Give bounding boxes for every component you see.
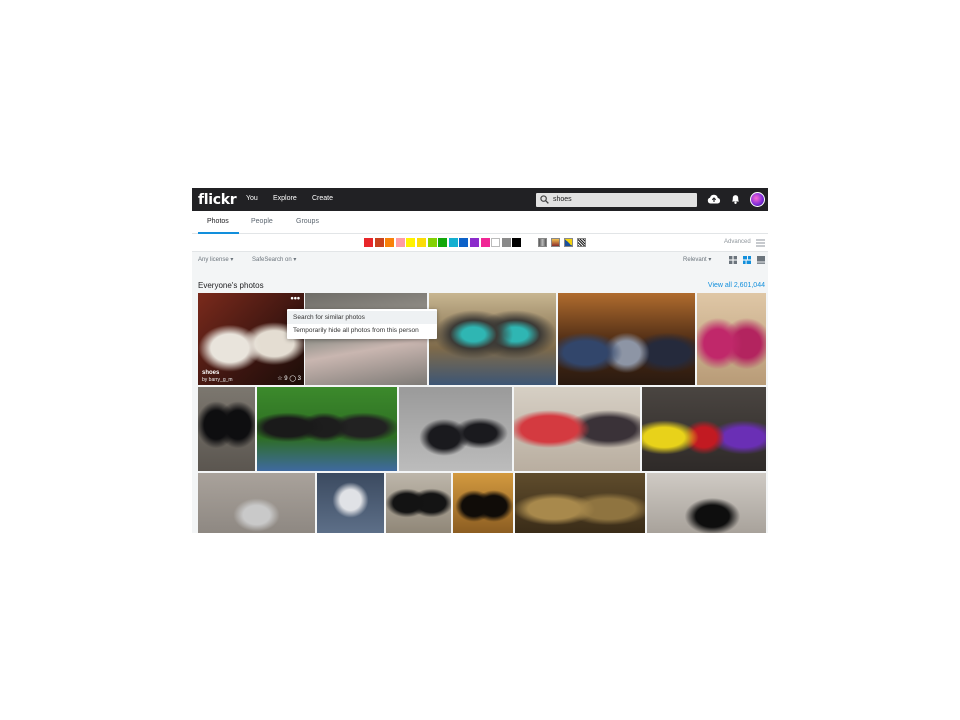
menu-search-similar[interactable]: Search for similar photos <box>287 311 437 324</box>
photo-pink-heels[interactable] <box>305 293 427 385</box>
nav-create[interactable]: Create <box>312 195 333 202</box>
menu-hide-person-photos[interactable]: Temporarily hide all photos from this pe… <box>287 324 437 337</box>
swatch-bw[interactable] <box>538 238 547 247</box>
color-swatch[interactable] <box>512 238 522 247</box>
sort-filter-label: Relevant <box>683 257 707 263</box>
tab-groups[interactable]: Groups <box>296 218 319 225</box>
nav-explore[interactable]: Explore <box>273 195 297 202</box>
nav-you[interactable]: You <box>246 195 258 202</box>
license-filter[interactable]: Any license ▾ <box>198 256 233 263</box>
color-swatch[interactable] <box>417 238 426 247</box>
search-input[interactable]: shoes <box>536 193 697 207</box>
more-options-icon[interactable]: ••• <box>291 293 300 303</box>
grid-view-icon[interactable] <box>729 256 737 264</box>
upload-cloud-icon[interactable] <box>707 193 721 205</box>
swatch-minimal[interactable] <box>564 238 573 247</box>
filter-menu-icon[interactable] <box>756 239 765 247</box>
flickr-logo[interactable]: flickr <box>198 192 237 208</box>
color-swatch[interactable] <box>470 238 479 247</box>
color-swatch[interactable] <box>501 238 511 247</box>
color-swatch[interactable] <box>491 238 501 247</box>
photo-red-canvas-shoes[interactable] <box>514 387 640 471</box>
color-swatch[interactable] <box>448 238 458 247</box>
detail-view-icon[interactable] <box>757 256 765 264</box>
color-swatch[interactable] <box>364 238 373 247</box>
photo-oxford-shoes[interactable] <box>558 293 695 385</box>
comment-icon[interactable]: ◯ <box>289 376 296 382</box>
color-swatch[interactable] <box>480 238 490 247</box>
comment-count: 3 <box>297 376 301 382</box>
photo-sneakers-on-grass[interactable] <box>257 387 397 471</box>
section-title: Everyone's photos <box>198 281 264 290</box>
safesearch-filter[interactable]: SafeSearch on ▾ <box>252 256 296 263</box>
color-swatch[interactable] <box>406 238 416 247</box>
photo-black-slip-ons[interactable] <box>386 473 451 533</box>
photo-teal-laced-sneakers[interactable] <box>429 293 556 385</box>
color-filter-bar: Advanced <box>192 234 768 252</box>
safesearch-filter-label: SafeSearch on <box>252 257 292 263</box>
photo-black-pumps[interactable] <box>647 473 766 533</box>
sort-filter[interactable]: Relevant ▾ <box>683 256 711 263</box>
photo-pink-flats[interactable] <box>697 293 766 385</box>
photo-stats: ☆ 9 ◯ 3 <box>277 375 301 382</box>
flickr-window: flickr You Explore Create shoes Photos P… <box>192 188 768 533</box>
photo-owner[interactable]: by barry_g_m <box>202 377 233 383</box>
color-swatch[interactable] <box>385 238 395 247</box>
photo-leather-loafers[interactable] <box>453 473 513 533</box>
top-nav: flickr You Explore Create shoes <box>192 188 768 211</box>
photo-black-ankle-heels[interactable] <box>399 387 512 471</box>
view-all-link[interactable]: View all 2,601,044 <box>708 282 765 289</box>
photo-converse-sneakers[interactable]: ••• shoes by barry_g_m ☆ 9 ◯ 3 <box>198 293 304 385</box>
search-type-tabs: Photos People Groups <box>192 211 768 234</box>
color-swatch[interactable] <box>427 238 437 247</box>
advanced-link[interactable]: Advanced <box>724 239 751 245</box>
user-avatar[interactable] <box>750 192 765 207</box>
notifications-bell-icon[interactable] <box>730 193 741 205</box>
color-swatch[interactable] <box>459 238 469 247</box>
search-icon <box>540 195 549 204</box>
license-filter-label: Any license <box>198 257 229 263</box>
tab-photos[interactable]: Photos <box>207 218 229 225</box>
search-query: shoes <box>553 196 572 203</box>
star-icon[interactable]: ☆ <box>277 376 282 382</box>
photo-glitter-heels[interactable] <box>642 387 766 471</box>
swatch-shallow-dof[interactable] <box>551 238 560 247</box>
photo-tan-boots[interactable] <box>515 473 645 533</box>
color-swatch[interactable] <box>374 238 384 247</box>
swatch-patterns[interactable] <box>577 238 586 247</box>
photo-black-dress-shoes[interactable] <box>198 387 255 471</box>
justified-view-icon[interactable] <box>743 256 751 264</box>
photo-options-menu: Search for similar photos Temporarily hi… <box>287 309 437 339</box>
color-swatch[interactable] <box>438 238 448 247</box>
photo-silver-sandals[interactable] <box>198 473 315 533</box>
tab-people[interactable]: People <box>251 218 273 225</box>
fave-count: 9 <box>284 376 288 382</box>
photo-title[interactable]: shoes <box>202 370 219 376</box>
color-swatch[interactable] <box>395 238 405 247</box>
photo-laces-closeup[interactable] <box>317 473 384 533</box>
